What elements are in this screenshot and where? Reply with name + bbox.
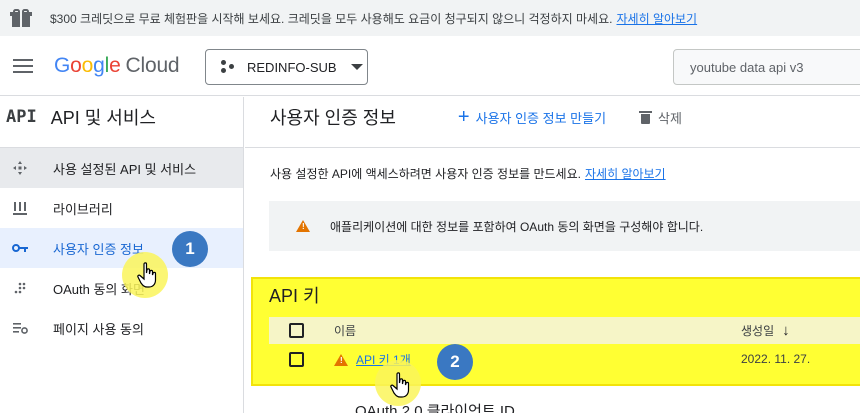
oauth-dots-icon [12,280,28,296]
sidebar-item-label: 사용 설정된 API 및 서비스 [53,161,197,177]
diamond-arrows-icon [12,160,28,176]
trash-icon [639,110,653,124]
warning-mark: ! [340,355,343,365]
create-credentials-label: 사용자 인증 정보 만들기 [475,110,607,126]
logo-letter: g [93,53,105,77]
settings-list-icon [12,320,28,336]
warning-icon: ! [296,220,310,232]
logo-letter: o [81,53,94,77]
column-name-header[interactable]: 이름 [334,322,356,339]
promo-learn-more-link[interactable]: 자세히 알아보기 [616,10,697,27]
api-logo-icon: API [6,107,37,127]
sidebar-title: API 및 서비스 [50,108,156,128]
step-badge-2: 2 [437,344,473,380]
warning-icon: ! [334,352,348,366]
hand-cursor-icon [137,262,157,288]
sidebar-item-library[interactable]: 라이브러리 [0,188,243,228]
hand-cursor-icon [390,372,410,398]
main-menu-icon[interactable] [13,58,33,73]
library-icon [12,200,28,216]
project-selector[interactable]: REDINFO-SUB [205,49,368,85]
sidebar-item-page-usage[interactable]: 페이지 사용 동의 [0,308,243,348]
page-title: 사용자 인증 정보 [270,108,396,128]
gift-icon [10,9,32,27]
api-keys-title: API 키 [269,286,320,306]
table-row: ! API 키 1개 2022. 11. 27. [269,345,860,373]
logo-letter: e [109,53,121,77]
column-created-label: 생성일 [741,324,775,338]
intro-text: 사용 설정한 API에 액세스하려면 사용자 인증 정보를 만드세요. 자세히 알… [270,165,666,182]
page-toolbar: 사용자 인증 정보 + 사용자 인증 정보 만들기 삭제 [245,97,860,137]
promo-banner: $300 크레딧으로 무료 체험판을 시작해 보세요. 크레딧을 모두 사용해도… [0,0,860,36]
logo-cloud-text: Cloud [125,53,180,77]
delete-button[interactable]: 삭제 [639,108,682,127]
oauth-clients-title: OAuth 2.0 클라이언트 ID [355,403,515,413]
plus-icon: + [457,106,470,128]
sidebar-item-enabled-apis[interactable]: 사용 설정된 API 및 서비스 [0,148,243,188]
sidebar-header: API API 및 서비스 [0,97,243,137]
row-checkbox[interactable] [289,351,304,367]
search-value: youtube data api v3 [690,59,804,75]
table-header: 이름 생성일 ↓ [269,317,860,344]
column-created-header[interactable]: 생성일 ↓ [741,322,790,339]
select-all-checkbox[interactable] [289,323,304,338]
logo-letter: o [70,53,82,77]
warning-mark: ! [302,222,305,231]
google-cloud-logo[interactable]: Google Cloud [54,53,180,78]
project-name: REDINFO-SUB [247,59,337,75]
sidebar: API API 및 서비스 사용 설정된 API 및 서비스 라이브러리 사용자… [0,97,244,413]
project-icon [221,60,235,74]
logo-letter: G [54,53,71,77]
main-content: 사용자 인증 정보 + 사용자 인증 정보 만들기 삭제 사용 설정한 API에… [245,97,860,413]
created-date: 2022. 11. 27. [741,352,811,366]
warning-text: 애플리케이션에 대한 정보를 포함하여 OAuth 동의 화면을 구성해야 합니… [330,219,704,234]
step-badge-1: 1 [172,231,208,267]
chevron-down-icon [350,64,363,70]
oauth-warning-banner: ! 애플리케이션에 대한 정보를 포함하여 OAuth 동의 화면을 구성해야 … [269,201,860,251]
search-input[interactable]: youtube data api v3 [673,49,860,85]
intro-message: 사용 설정한 API에 액세스하려면 사용자 인증 정보를 만드세요. [270,167,581,181]
sidebar-item-label: 사용자 인증 정보 [53,241,144,257]
promo-text: $300 크레딧으로 무료 체험판을 시작해 보세요. 크레딧을 모두 사용해도… [50,11,613,26]
create-credentials-button[interactable]: + 사용자 인증 정보 만들기 [458,107,606,127]
sidebar-item-label: 라이브러리 [53,201,113,217]
intro-learn-more-link[interactable]: 자세히 알아보기 [585,167,666,181]
key-icon [12,240,28,256]
delete-label: 삭제 [658,110,682,126]
top-header: Google Cloud REDINFO-SUB youtube data api… [0,36,860,96]
sidebar-item-label: 페이지 사용 동의 [53,321,144,337]
divider [245,147,860,148]
sort-descending-icon: ↓ [782,322,790,339]
